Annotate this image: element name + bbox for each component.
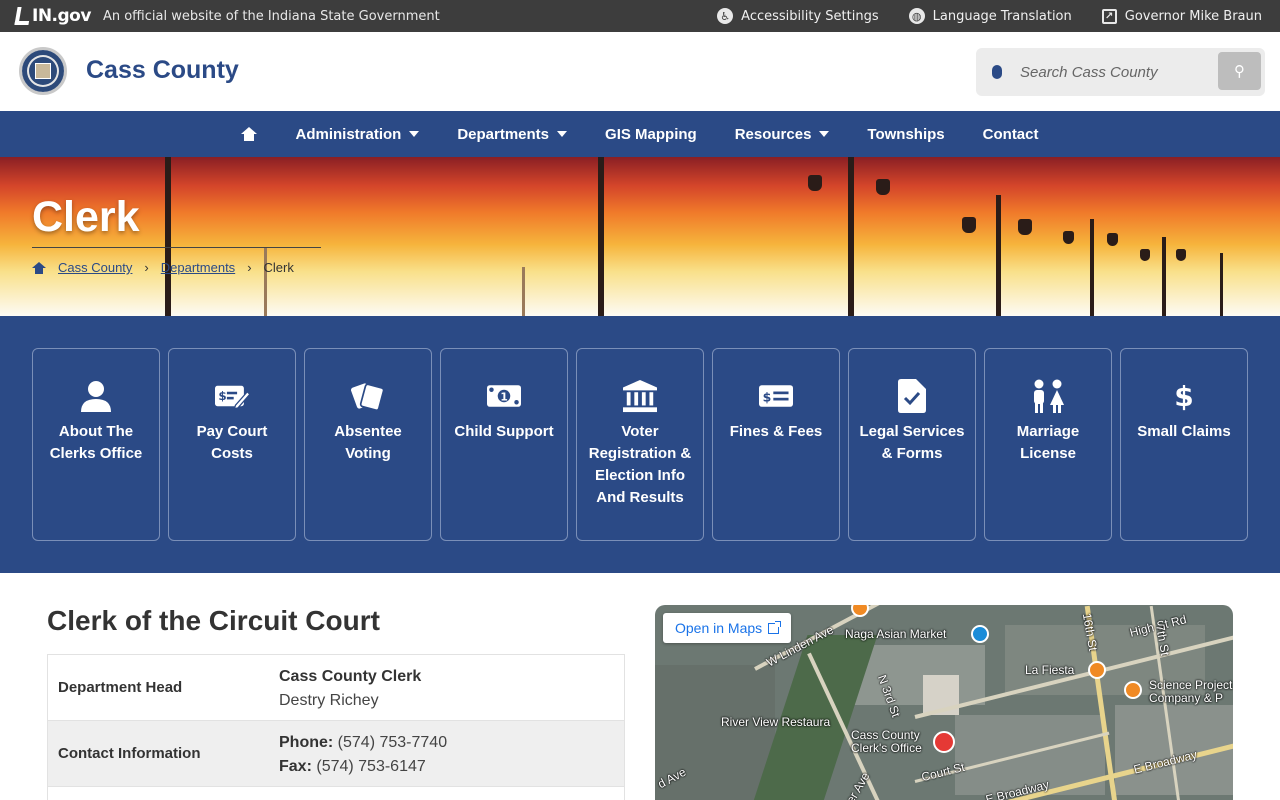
official-site-text: An official website of the Indiana State… [102, 8, 440, 24]
title-divider [32, 247, 321, 248]
nav-townships[interactable]: Townships [848, 126, 963, 143]
lamp-post-image [165, 157, 171, 316]
search-icon: ⚲ [1234, 62, 1245, 80]
hero-banner: Clerk Cass County › Departments › Clerk [0, 157, 1280, 316]
lamp-post-image [522, 267, 525, 316]
couple-icon [1031, 379, 1065, 413]
restaurant-pin-icon[interactable] [851, 605, 869, 617]
info-key: Contact Information [58, 745, 201, 762]
lamp-image [1018, 219, 1032, 235]
nav-home[interactable] [222, 127, 276, 141]
main-content: Clerk of the Circuit Court Department He… [0, 573, 1280, 800]
lamp-image [808, 175, 822, 191]
tile-about-clerks-office[interactable]: About The Clerks Office [32, 348, 160, 541]
svg-text:1: 1 [500, 390, 507, 403]
lamp-image [1140, 249, 1150, 261]
lamp-post-image [996, 195, 1001, 316]
lamp-post-image [1162, 237, 1166, 316]
location-map[interactable]: Naga Asian Market High St Rd 16th St 7th… [655, 605, 1233, 800]
microphone-icon[interactable] [992, 65, 1002, 79]
search-bar: ⚲ [976, 48, 1265, 96]
tile-small-claims[interactable]: $ Small Claims [1120, 348, 1248, 541]
info-key: Department Head [58, 679, 183, 696]
ballot-cards-icon [351, 379, 385, 413]
tile-marriage-license[interactable]: Marriage License [984, 348, 1112, 541]
caret-down-icon [819, 131, 830, 137]
globe-icon: ◍ [908, 8, 925, 24]
site-title[interactable]: Cass County [86, 56, 239, 85]
lamp-image [962, 217, 976, 233]
fax-number: (574) 753-6147 [316, 758, 426, 775]
ingov-logo-mark [14, 7, 32, 25]
external-link-icon [768, 620, 782, 634]
info-value: Cass County Clerk Destry Richey [279, 668, 422, 709]
caret-down-icon [557, 131, 568, 137]
caret-down-icon [409, 131, 420, 137]
home-icon [241, 127, 258, 141]
lamp-post-image [1220, 253, 1223, 316]
breadcrumb: Cass County › Departments › Clerk [32, 260, 294, 275]
search-button[interactable]: ⚲ [1218, 52, 1261, 90]
language-translation-link[interactable]: ◍ Language Translation [908, 8, 1072, 24]
breadcrumb-cass-county[interactable]: Cass County [58, 260, 132, 275]
info-row-contact: Contact Information Phone: (574) 753-774… [48, 721, 624, 787]
svg-text:$: $ [218, 389, 226, 403]
ingov-logo[interactable]: IN.gov [14, 6, 91, 26]
info-row-next [48, 787, 624, 800]
chevron-right-icon: › [144, 260, 149, 275]
svg-text:$: $ [763, 389, 772, 404]
dollar-sign-icon: $ [1174, 379, 1194, 413]
phone-number[interactable]: (574) 753-7740 [338, 734, 447, 751]
money-check-dollar-icon: $ [759, 379, 793, 413]
external-link-icon: ↗ [1101, 8, 1117, 24]
lamp-post-image [1090, 219, 1094, 316]
info-value: Phone: (574) 753-7740 Fax: (574) 753-614… [279, 734, 448, 775]
shopping-pin-icon[interactable] [971, 625, 989, 643]
lamp-image [1176, 249, 1186, 261]
nav-departments[interactable]: Departments [438, 126, 586, 143]
search-input[interactable] [1020, 63, 1190, 81]
nav-gis-mapping[interactable]: GIS Mapping [586, 126, 716, 143]
nav-contact[interactable]: Contact [964, 126, 1058, 143]
tile-child-support[interactable]: 1 Child Support [440, 348, 568, 541]
home-icon[interactable] [32, 261, 46, 274]
accessibility-icon: ♿ [717, 8, 734, 24]
chevron-right-icon: › [247, 260, 252, 275]
site-header: Cass County ⚲ [0, 32, 1280, 111]
department-info-table: Department Head Cass County Clerk Destry… [47, 654, 625, 800]
lamp-post-image [264, 247, 267, 316]
user-icon [79, 379, 113, 413]
restaurant-pin-icon[interactable] [1124, 681, 1142, 699]
main-nav: Administration Departments GIS Mapping R… [0, 111, 1280, 157]
file-check-icon [895, 379, 929, 413]
money-bill-icon: 1 [487, 379, 521, 413]
tile-fines-fees[interactable]: $ Fines & Fees [712, 348, 840, 541]
nav-resources[interactable]: Resources [716, 126, 849, 143]
restaurant-pin-icon[interactable] [1088, 661, 1106, 679]
lamp-image [1107, 233, 1118, 246]
lamp-image [1063, 231, 1074, 244]
money-check-pen-icon: $ [215, 379, 249, 413]
state-banner: IN.gov An official website of the Indian… [0, 0, 1280, 32]
tile-pay-court-costs[interactable]: $ Pay Court Costs [168, 348, 296, 541]
page-title: Clerk [32, 193, 140, 241]
landmark-icon [623, 379, 657, 413]
section-heading: Clerk of the Circuit Court [47, 605, 380, 636]
tile-legal-services-forms[interactable]: Legal Services & Forms [848, 348, 976, 541]
governor-link[interactable]: ↗ Governor Mike Braun [1101, 8, 1262, 24]
breadcrumb-departments[interactable]: Departments [161, 260, 235, 275]
nav-administration[interactable]: Administration [276, 126, 438, 143]
breadcrumb-current: Clerk [263, 260, 294, 275]
tile-voter-registration[interactable]: Voter Registration & Election Info And R… [576, 348, 704, 541]
county-seal-logo[interactable] [19, 47, 67, 95]
info-row-department-head: Department Head Cass County Clerk Destry… [48, 655, 624, 721]
accessibility-settings-link[interactable]: ♿ Accessibility Settings [717, 8, 879, 24]
tile-absentee-voting[interactable]: Absentee Voting [304, 348, 432, 541]
clerk-office-pin-icon[interactable] [933, 731, 955, 753]
open-in-maps-button[interactable]: Open in Maps [663, 613, 792, 643]
quick-links: About The Clerks Office $ Pay Court Cost… [0, 316, 1280, 573]
lamp-image [876, 179, 890, 195]
lamp-post-image [598, 157, 604, 316]
lamp-post-image [848, 157, 854, 316]
